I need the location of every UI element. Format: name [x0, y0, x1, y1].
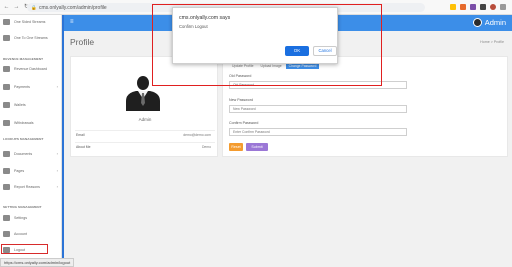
dialog-ok-button[interactable]: OK	[285, 46, 309, 56]
admin-avatar[interactable]	[473, 18, 482, 27]
profile-avatar	[126, 76, 160, 111]
profile-avatar-icon[interactable]	[490, 4, 496, 10]
new-password-field[interactable]: New Password	[229, 105, 407, 113]
sidebar-item-settings[interactable]: Settings	[0, 213, 62, 223]
puzzle-icon[interactable]	[480, 4, 486, 10]
sidebar-item-payments[interactable]: Payments ›	[0, 82, 62, 92]
submit-button[interactable]: Submit	[246, 143, 268, 151]
email-value: demo@demo.com	[183, 133, 211, 137]
wallet-icon	[3, 84, 10, 90]
menu-kebab-icon[interactable]	[500, 4, 506, 10]
section-heading-revenue: REVENUE MANAGEMENT	[3, 57, 44, 61]
admin-name[interactable]: Admin	[485, 18, 506, 27]
old-password-label: Old Password	[229, 74, 252, 78]
confirm-password-field[interactable]: Enter Confirm Password	[229, 128, 407, 136]
withdraw-icon	[3, 120, 10, 126]
sidebar-item-label: One Sided Streams	[14, 20, 46, 24]
page-title: Profile	[70, 37, 95, 47]
sidebar-item-label: Payments	[14, 85, 30, 89]
new-password-label: New Password	[229, 98, 253, 102]
chevron-right-icon: ›	[56, 168, 58, 173]
status-bar-url: https://cms.onlyally.com/admin/logout	[0, 258, 75, 267]
about-label: About Me	[76, 145, 91, 149]
profile-email-row: Email demo@demo.com	[75, 130, 215, 138]
sidebar-item-label: Account	[14, 232, 27, 236]
hamburger-menu-icon[interactable]: ≡	[70, 19, 74, 25]
profile-card: Admin Email demo@demo.com About Me Demo	[70, 56, 218, 157]
extension-icon[interactable]	[470, 4, 476, 10]
change-password-card: Update Profile Upload Image Change Passw…	[222, 56, 508, 157]
confirm-password-label: Confirm Password	[229, 121, 259, 125]
page-icon	[3, 168, 10, 174]
sidebar-item-documents[interactable]: Documents ›	[0, 149, 62, 159]
address-text: cms.onlyally.com/admin/profile	[39, 5, 107, 11]
wallet-icon	[3, 102, 10, 108]
dialog-title: cms.onlyally.com says	[179, 15, 231, 21]
sidebar-item-one-to-one-streams[interactable]: One To One Streams	[0, 33, 62, 43]
sidebar-item-pages[interactable]: Pages ›	[0, 166, 62, 176]
email-label: Email	[76, 133, 85, 137]
camera-icon	[3, 35, 10, 41]
lock-icon: 🔒	[31, 5, 37, 10]
back-icon[interactable]: ←	[3, 4, 10, 11]
confirm-dialog: cms.onlyally.com says Confirm Logout OK …	[172, 7, 338, 64]
profile-about-row: About Me Demo	[75, 142, 215, 150]
section-heading-lookups: LOOKUPS MANAGEMENT	[3, 137, 44, 141]
dialog-cancel-button[interactable]: Cancel	[313, 46, 337, 56]
sidebar-item-one-sided-streams[interactable]: One Sided Streams	[0, 17, 62, 27]
sidebar-item-label: Withdrawals	[14, 121, 34, 125]
chart-icon	[3, 66, 10, 72]
gear-icon	[3, 215, 10, 221]
user-icon	[3, 231, 10, 237]
flag-icon	[3, 184, 10, 190]
dialog-message: Confirm Logout	[179, 24, 208, 29]
extension-icon[interactable]	[450, 4, 456, 10]
breadcrumb: Home > Profile	[480, 40, 504, 44]
sidebar-item-label: Wallets	[14, 103, 26, 107]
sidebar-item-revenue-dashboard[interactable]: Revenue Dashboard	[0, 64, 62, 74]
profile-name: Admin	[138, 117, 152, 122]
sidebar-item-account[interactable]: Account	[0, 229, 62, 239]
chevron-right-icon: ›	[56, 151, 58, 156]
camera-icon	[3, 19, 10, 25]
sidebar-item-label: Report Reasons	[14, 185, 40, 189]
sidebar-item-label: Settings	[14, 216, 27, 220]
old-password-field[interactable]: Old Password	[229, 81, 407, 89]
sidebar-item-report-reasons[interactable]: Report Reasons ›	[0, 182, 62, 192]
section-heading-settings: SETTING MANAGEMENT	[3, 205, 42, 209]
sidebar-item-label: Pages	[14, 169, 25, 173]
sidebar-item-wallets[interactable]: Wallets	[0, 100, 62, 110]
forward-icon[interactable]: →	[13, 4, 20, 11]
sidebar-scrollbar[interactable]	[62, 15, 64, 267]
chevron-right-icon: ›	[56, 84, 58, 89]
about-value: Demo	[201, 145, 211, 149]
document-icon	[3, 151, 10, 157]
sidebar-item-label: One To One Streams	[14, 36, 48, 40]
chevron-right-icon: ›	[56, 184, 58, 189]
reset-button[interactable]: Reset	[229, 143, 243, 151]
sidebar-item-label: Revenue Dashboard	[14, 67, 47, 71]
sidebar: One Sided Streams One To One Streams REV…	[0, 15, 62, 267]
logout-highlight-box	[1, 244, 48, 254]
metamask-icon[interactable]	[460, 4, 466, 10]
sidebar-item-label: Documents	[14, 152, 33, 156]
sidebar-item-withdrawals[interactable]: Withdrawals	[0, 118, 62, 128]
